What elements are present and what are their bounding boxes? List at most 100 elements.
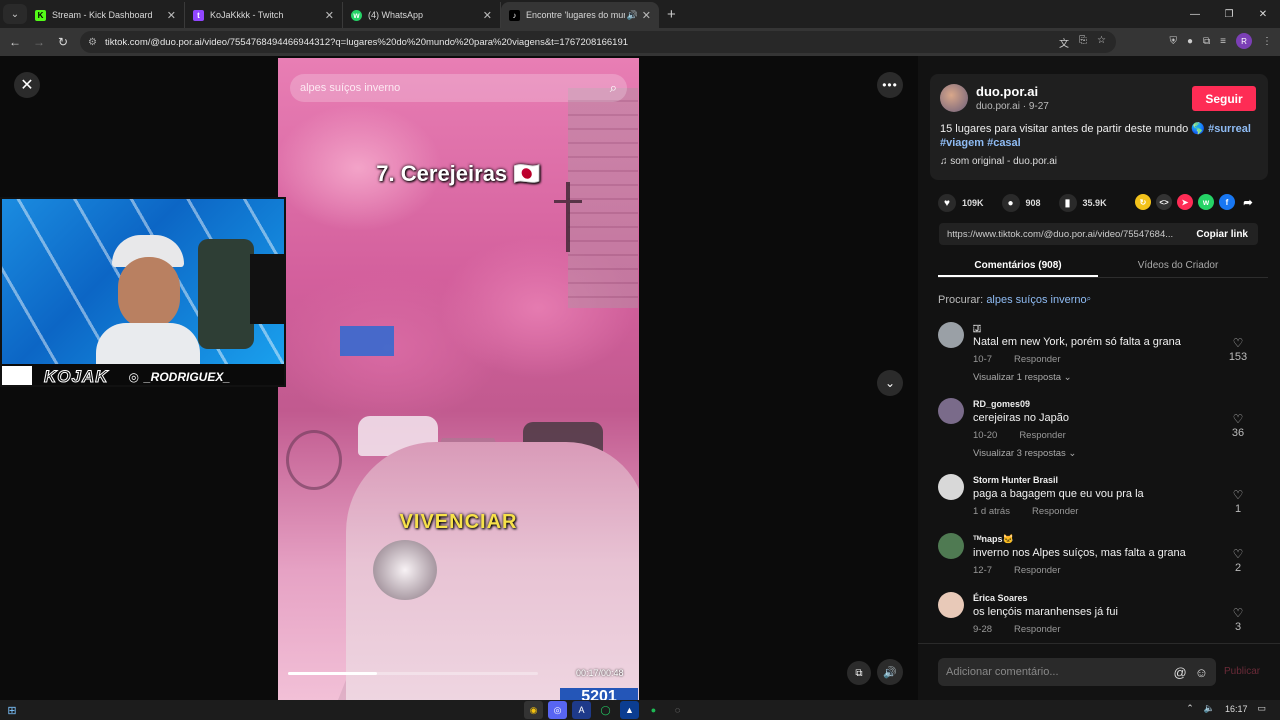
new-tab-button[interactable]: + <box>667 6 676 23</box>
close-video-button[interactable]: ✕ <box>14 72 40 98</box>
app-blue-icon[interactable]: ▲ <box>620 701 639 719</box>
browser-tab-tiktok[interactable]: ♪ Encontre 'lugares do mundo 🔊 ✕ <box>501 2 659 28</box>
instagram-handle: _RODRIGUEX_ <box>144 369 231 384</box>
tab-title: (4) WhatsApp <box>368 10 424 20</box>
commenter-avatar[interactable] <box>938 474 964 500</box>
chevron-down-icon: ⌄ <box>1068 448 1077 459</box>
translate-icon[interactable]: 文 <box>1059 35 1069 50</box>
commenter-name[interactable]: ᵀᴹnaps🐱 <box>973 534 1014 545</box>
app-circle-icon[interactable]: ◌ <box>668 701 687 719</box>
tab-search-chevron-icon[interactable]: ⌄ <box>3 4 27 24</box>
minimize-icon[interactable]: — <box>1178 0 1212 28</box>
copy-link-button[interactable]: Copiar link <box>1186 229 1258 240</box>
commenter-name[interactable]: RD_gomes09 <box>973 399 1030 409</box>
whatsapp-share-icon[interactable]: w <box>1198 194 1214 210</box>
whatsapp-taskbar-icon[interactable]: ◯ <box>596 701 615 719</box>
close-tab-icon[interactable]: ✕ <box>325 9 334 22</box>
comment-like-button[interactable]: ♡ 36 <box>1226 412 1250 439</box>
emoji-icon[interactable]: ☺ <box>1195 665 1208 680</box>
commenter-name[interactable]: Érica Soares <box>973 593 1028 603</box>
volume-tray-icon[interactable]: 🔈 <box>1204 703 1215 714</box>
extension-circle-icon[interactable]: ● <box>1187 36 1193 47</box>
video-player[interactable]: 5201 alpes suíços inverno ⌕ 7. Cerejeira… <box>278 58 639 700</box>
video-search-bar[interactable]: alpes suíços inverno ⌕ <box>290 74 627 102</box>
reply-button[interactable]: Responder <box>1019 430 1065 441</box>
next-video-button[interactable]: ⌄ <box>877 370 903 396</box>
tab-creator-videos[interactable]: Vídeos do Criador <box>1098 254 1258 277</box>
like-button[interactable]: ♥ 109K <box>938 194 984 212</box>
clock[interactable]: 16:17 <box>1225 704 1248 714</box>
creator-avatar[interactable] <box>940 84 968 112</box>
windows-start-icon[interactable]: ⊞ <box>0 704 24 717</box>
more-options-button[interactable]: ••• <box>877 72 903 98</box>
close-tab-icon[interactable]: ✕ <box>167 9 176 22</box>
comment-like-button[interactable]: ♡ 153 <box>1226 336 1250 363</box>
send-icon[interactable]: ➤ <box>1177 194 1193 210</box>
speaker-icon[interactable]: 🔊 <box>627 10 638 21</box>
commenter-avatar[interactable] <box>938 398 964 424</box>
reply-button[interactable]: Responder <box>1032 506 1078 517</box>
search-icon[interactable]: ⌕ <box>610 80 617 96</box>
car-headlight <box>373 540 437 600</box>
follow-button[interactable]: Seguir <box>1192 86 1256 111</box>
tray-chevron-up-icon[interactable]: ⌃ <box>1186 703 1194 714</box>
commenter-name[interactable]: Storm Hunter Brasil <box>973 475 1058 485</box>
browser-menu-icon[interactable]: ⋮ <box>1262 36 1272 47</box>
browser-tab-whatsapp[interactable]: w (4) WhatsApp ✕ <box>343 2 501 28</box>
commenter-avatar[interactable] <box>938 322 964 348</box>
shield-extension-icon[interactable]: ⛨ <box>1169 36 1177 47</box>
creator-username[interactable]: duo.por.ai <box>976 84 1038 99</box>
tab-comments[interactable]: Comentários (908) <box>938 254 1098 277</box>
search-term-link[interactable]: alpes suíços inverno <box>986 294 1086 306</box>
commenter-avatar[interactable] <box>938 533 964 559</box>
comment-input[interactable]: Adicionar comentário... @ ☺ <box>938 658 1216 686</box>
mini-player-button[interactable]: ⧉ <box>847 661 871 685</box>
reply-button[interactable]: Responder <box>1014 565 1060 576</box>
spotify-icon[interactable]: ● <box>644 701 663 719</box>
publish-button[interactable]: Publicar <box>1224 666 1260 677</box>
video-progress-bar[interactable] <box>288 672 538 675</box>
restore-icon[interactable]: ❐ <box>1212 0 1246 28</box>
comment-like-button[interactable]: ♡ 1 <box>1226 488 1250 515</box>
profile-avatar[interactable]: R <box>1236 33 1252 49</box>
notifications-icon[interactable]: ▭ <box>1257 703 1266 714</box>
share-arrow-icon[interactable]: ➦ <box>1240 194 1256 210</box>
browser-tab-kick[interactable]: K Stream - Kick Dashboard ✕ <box>27 2 185 28</box>
reply-button[interactable]: Responder <box>1014 354 1060 365</box>
volume-button[interactable]: 🔊 <box>877 659 903 685</box>
forward-icon[interactable]: → <box>27 35 51 49</box>
chrome-icon[interactable]: ◉ <box>524 701 543 719</box>
hashtag-link[interactable]: #surreal <box>1208 123 1251 135</box>
comment-button[interactable]: ● 908 <box>1001 194 1041 212</box>
close-tab-icon[interactable]: ✕ <box>483 9 492 22</box>
reading-list-icon[interactable]: ≡ <box>1220 36 1226 47</box>
commenter-avatar[interactable] <box>938 592 964 618</box>
browser-tab-twitch[interactable]: t KoJaKkkk - Twitch ✕ <box>185 2 343 28</box>
view-replies-button[interactable]: Visualizar 1 resposta ⌄ <box>973 372 1072 383</box>
facebook-share-icon[interactable]: f <box>1219 194 1235 210</box>
view-replies-button[interactable]: Visualizar 3 respostas ⌄ <box>973 448 1076 459</box>
embed-icon[interactable]: <> <box>1156 194 1172 210</box>
address-bar[interactable]: ⚙ tiktok.com/@duo.por.ai/video/755476849… <box>80 31 1116 53</box>
reload-icon[interactable]: ↻ <box>51 35 75 49</box>
cast-icon[interactable]: ⎘ <box>1079 35 1087 50</box>
commenter-name[interactable]: 🇯 <box>973 323 981 334</box>
site-info-icon[interactable]: ⚙ <box>88 37 97 48</box>
share-link-text[interactable]: https://www.tiktok.com/@duo.por.ai/video… <box>947 229 1186 240</box>
hashtag-link[interactable]: #viagem #casal <box>940 137 1021 149</box>
comment-like-button[interactable]: ♡ 2 <box>1226 547 1250 574</box>
mention-icon[interactable]: @ <box>1174 665 1187 680</box>
close-window-icon[interactable]: ✕ <box>1246 0 1280 28</box>
close-icon: ✕ <box>20 77 34 94</box>
app-a-icon[interactable]: A <box>572 701 591 719</box>
save-button[interactable]: ▮ 35.9K <box>1058 194 1107 212</box>
discord-icon[interactable]: ◎ <box>548 701 567 719</box>
reply-button[interactable]: Responder <box>1014 624 1060 635</box>
close-tab-icon[interactable]: ✕ <box>642 9 651 22</box>
repost-icon[interactable]: ↻ <box>1135 194 1151 210</box>
back-icon[interactable]: ← <box>3 35 27 49</box>
comment-like-button[interactable]: ♡ 3 <box>1226 606 1250 633</box>
bookmark-star-icon[interactable]: ☆ <box>1097 35 1106 50</box>
puzzle-extensions-icon[interactable]: ⧉ <box>1203 36 1210 47</box>
music-row[interactable]: ♫ som original - duo.por.ai <box>940 156 1057 167</box>
